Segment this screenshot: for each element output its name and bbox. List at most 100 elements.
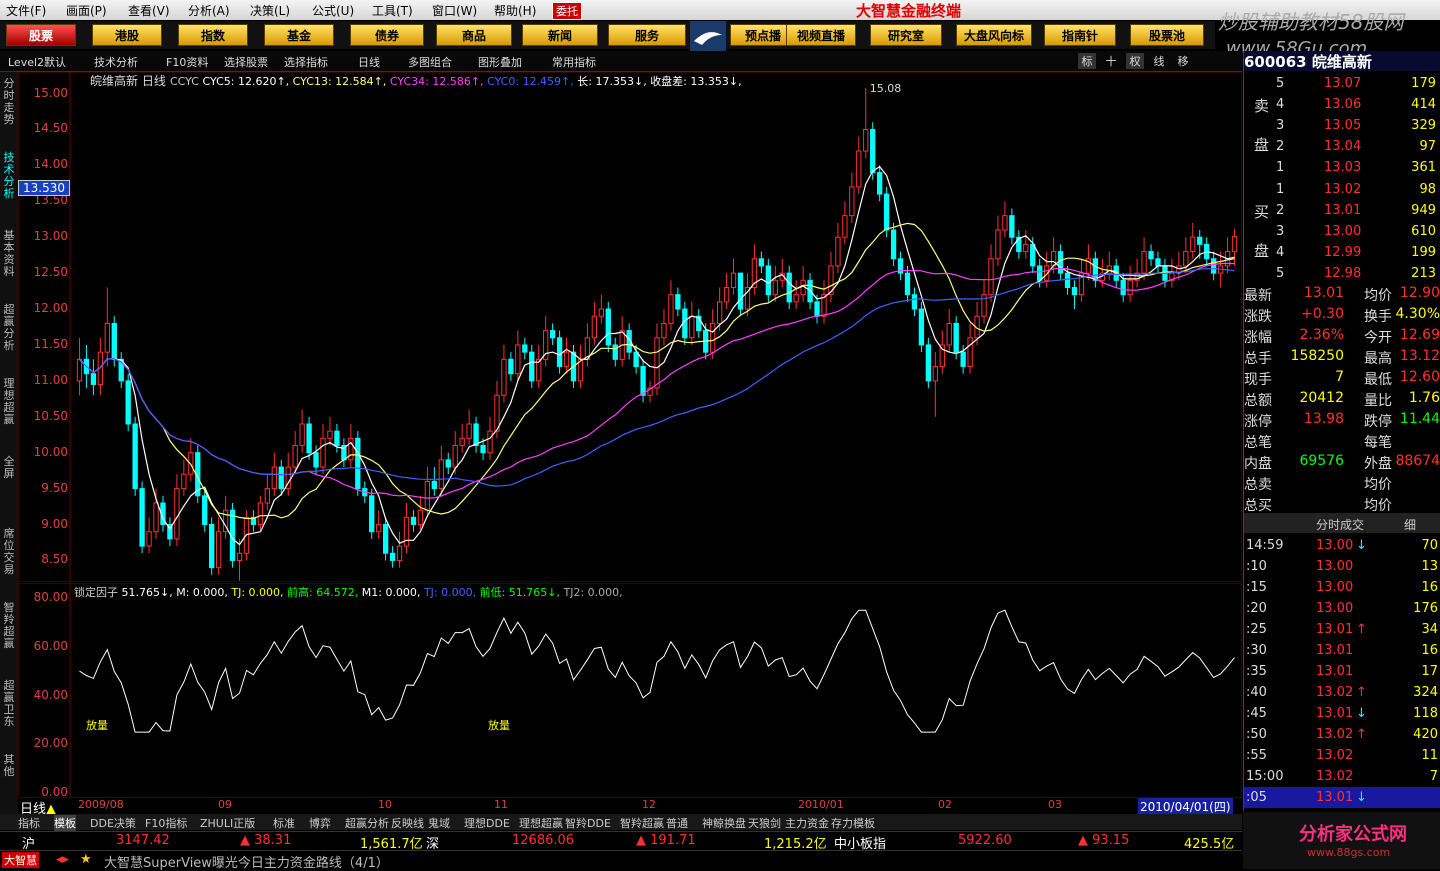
indicator-tab[interactable]: 存力模板 [831, 815, 875, 831]
trade-volume: 7 [1429, 769, 1438, 784]
indicator-tab[interactable]: ZHULI正版 [200, 815, 255, 831]
menu-window[interactable]: 窗口(W) [432, 2, 477, 19]
candle [139, 481, 145, 554]
high-label: 15.08 [870, 82, 902, 95]
ad-banner[interactable]: 分析家公式网 www.88gs.com [1243, 812, 1440, 869]
nav-research-button[interactable]: 研究室 [870, 24, 942, 46]
vtab-basic-info[interactable]: 基本资料 [1, 230, 17, 278]
price-tick: 12.50 [33, 265, 68, 280]
nav-fund-button[interactable]: 基金 [264, 24, 334, 46]
vtab-seat-trade[interactable]: 席位交易 [1, 528, 17, 576]
indicator-tab[interactable]: 模板 [54, 815, 76, 831]
indicator-tab[interactable]: DDE决策 [90, 815, 136, 831]
toolbar-select-indicator[interactable]: 选择指标 [284, 54, 328, 70]
indicator-tab[interactable]: 神鲸换盘 [702, 815, 746, 831]
menu-formula[interactable]: 公式(U) [312, 2, 354, 19]
indicator-tab[interactable]: 博弈 [309, 815, 331, 831]
indicator-chart[interactable] [18, 583, 1242, 798]
toolbar-f10[interactable]: F10资料 [166, 54, 208, 70]
trade-volume: 16 [1421, 580, 1438, 595]
toolbar-line-button[interactable]: 线 [1150, 53, 1168, 69]
indicator-tab[interactable]: 智羚DDE [565, 815, 611, 831]
menu-view-layout[interactable]: 画面(P) [66, 2, 107, 19]
level-num: 1 [1276, 160, 1285, 175]
price-tick: 12.00 [33, 301, 68, 316]
app-logo-icon [690, 21, 726, 53]
trade-volume: 324 [1413, 685, 1438, 700]
entrust-button[interactable]: 委托 [552, 2, 582, 20]
menu-analysis[interactable]: 分析(A) [188, 2, 230, 19]
indicator-tab[interactable]: 主力资金 [785, 815, 829, 831]
news-text[interactable]: 大智慧SuperView曝光今日主力资金路线（4/1） [104, 852, 389, 871]
indicator-tab[interactable]: 理想DDE [464, 815, 510, 831]
nav-commodity-button[interactable]: 商品 [436, 24, 512, 46]
vtab-super-win[interactable]: 超赢分析 [1, 304, 17, 352]
nav-news-button[interactable]: 新闻 [522, 24, 598, 46]
toolbar-crosshair-button[interactable]: 十 [1102, 53, 1120, 69]
indicator-tab[interactable]: 天狼剑 [748, 815, 781, 831]
nav-index-button[interactable]: 指数 [178, 24, 248, 46]
menu-help[interactable]: 帮助(H) [494, 2, 536, 19]
nav-market-vane-button[interactable]: 大盘风向标 [956, 24, 1032, 46]
menu-view[interactable]: 查看(V) [128, 2, 170, 19]
indicator-tab[interactable]: 超赢分析 [345, 815, 389, 831]
indicator-tab[interactable]: 标准 [273, 815, 295, 831]
trade-time: :10 [1246, 559, 1267, 574]
vtab-other[interactable]: 其他 [1, 754, 17, 778]
nav-stock-pool-button[interactable]: 股票池 [1130, 24, 1204, 46]
vtab-weidong[interactable]: 超赢卫东 [1, 680, 17, 728]
nav-hk-button[interactable]: 港股 [92, 24, 162, 46]
indicator-tab[interactable]: 普通 [666, 815, 688, 831]
quote-value: 88674 [1395, 453, 1440, 469]
toolbar-mark-button[interactable]: 标 [1078, 53, 1096, 69]
menu-tools[interactable]: 工具(T) [372, 2, 413, 19]
vtab-timeshare[interactable]: 分时走势 [1, 78, 17, 126]
sell-row: 2 13.04 97 [1244, 136, 1440, 157]
nav-compass-button[interactable]: 指南针 [1044, 24, 1116, 46]
vtab-zhiling[interactable]: 智羚超赢 [1, 602, 17, 650]
indicator-tab[interactable]: 智羚超赢 [620, 815, 664, 831]
toolbar-select-stock[interactable]: 选择股票 [224, 54, 268, 70]
nav-bond-button[interactable]: 债券 [350, 24, 424, 46]
detail-button[interactable]: 细 [1404, 516, 1416, 533]
toolbar-move-button[interactable]: 移 [1174, 53, 1192, 69]
level-num: 5 [1276, 76, 1285, 91]
indicator-tab[interactable]: 指标 [18, 815, 40, 831]
ticker-arrows-icon[interactable]: ◂▸ [56, 852, 69, 867]
toolbar-multi-chart[interactable]: 多图组合 [408, 54, 452, 70]
quote-value: 13.98 [1303, 411, 1344, 427]
toolbar-overlay[interactable]: 图形叠加 [478, 54, 522, 70]
buy-row: 1 13.02 98 [1244, 179, 1440, 200]
indicator-tab[interactable]: 反映线 [391, 815, 424, 831]
indicator-tab[interactable]: 鬼域 [428, 815, 450, 831]
vtab-tech-analysis[interactable]: 技术分析 [1, 152, 17, 200]
buy-volume: 213 [1411, 266, 1436, 281]
toolbar-level2[interactable]: Level2默认 [8, 54, 66, 70]
buy-row: 2 13.01 949 [1244, 200, 1440, 221]
trade-time: :50 [1246, 727, 1267, 742]
toolbar-period[interactable]: 日线 [358, 54, 380, 70]
quote-label: 总卖 [1244, 477, 1272, 493]
vtab-ideal-win[interactable]: 理想超赢 [1, 378, 17, 426]
indicator-tab[interactable]: F10指标 [145, 815, 187, 831]
toolbar-rights-button[interactable]: 权 [1126, 53, 1144, 69]
nav-service-button[interactable]: 服务 [608, 24, 686, 46]
indicator-tab[interactable]: 理想超赢 [519, 815, 563, 831]
quote-value: 4.30% [1395, 306, 1440, 322]
quote-label: 每笔 [1364, 435, 1392, 451]
quote-row: 总买 均价 [1244, 493, 1440, 514]
vertical-tabs: 分时走势 技术分析 基本资料 超赢分析 理想超赢 全屏 席位交易 智羚超赢 超赢… [0, 72, 18, 820]
quote-label: 均价 [1364, 498, 1392, 514]
trade-time: :35 [1246, 664, 1267, 679]
nav-bar: 股票 港股 指数 基金 债券 商品 新闻 服务 预点播 视频直播 研究室 大盘风… [0, 21, 1215, 49]
nav-stock-button[interactable]: 股票 [6, 24, 76, 46]
vtab-fullscreen[interactable]: 全屏 [1, 456, 17, 480]
toolbar-tech-analysis[interactable]: 技术分析 [94, 54, 138, 70]
menu-file[interactable]: 文件(F) [6, 2, 46, 19]
toolbar-common-indicator[interactable]: 常用指标 [552, 54, 596, 70]
menu-decision[interactable]: 决策(L) [250, 2, 290, 19]
sz-index: 12686.06 [512, 833, 575, 848]
price-tick: 8.50 [41, 552, 68, 567]
kline-chart[interactable]: 15.088.22 [18, 72, 1242, 582]
nav-live-video-button[interactable]: 视频直播 [786, 24, 856, 46]
